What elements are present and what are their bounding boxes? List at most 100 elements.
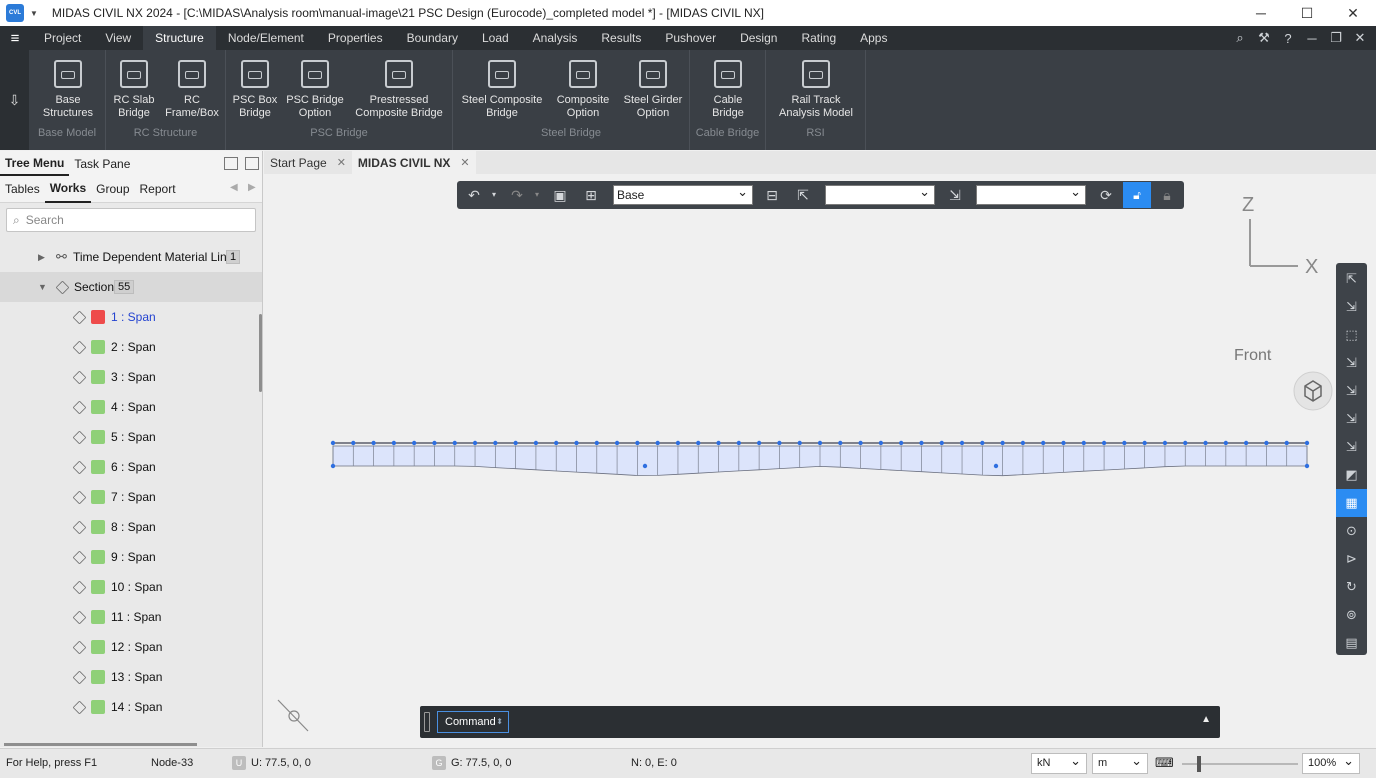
cable-bridge-button[interactable]: Cable Bridge xyxy=(694,60,762,120)
menu-tab-boundary[interactable]: Boundary xyxy=(395,26,470,50)
psc-bridge-option-button[interactable]: PSC Bridge Option xyxy=(284,60,346,120)
tree-item-section-span[interactable]: 7 : Span xyxy=(0,482,262,512)
tree-item-section-span[interactable]: 1 : Span xyxy=(0,302,262,332)
menu-tab-rating[interactable]: Rating xyxy=(789,26,848,50)
select-polygon-icon[interactable]: ⬚ xyxy=(1336,321,1367,349)
node-point[interactable] xyxy=(1203,440,1208,446)
minimize-button[interactable]: ─ xyxy=(1238,0,1284,26)
node-point[interactable] xyxy=(594,440,599,446)
node-point[interactable] xyxy=(1243,440,1249,446)
select-volume-icon[interactable]: ⇲ xyxy=(1336,405,1367,433)
unlock-icon[interactable]: 🔓︎ xyxy=(1123,182,1151,208)
node-point[interactable] xyxy=(919,440,924,446)
doc-minimize-icon[interactable]: ─ xyxy=(1302,31,1322,46)
lock-icon[interactable]: 🔒︎ xyxy=(1158,186,1176,204)
refresh-icon[interactable]: ⟳ xyxy=(1097,186,1115,204)
menu-tab-design[interactable]: Design xyxy=(728,26,789,50)
prestressed-composite-bridge-button[interactable]: Prestressed Composite Bridge xyxy=(350,60,448,120)
element-number-icon[interactable]: ⊳ xyxy=(1336,545,1367,573)
tree-item-section-span[interactable]: 9 : Span xyxy=(0,542,262,572)
rotate-view-icon[interactable]: ↻ xyxy=(1336,573,1367,601)
panel-layout-icon[interactable] xyxy=(224,157,238,170)
node-point[interactable] xyxy=(696,440,701,446)
menu-tab-analysis[interactable]: Analysis xyxy=(521,26,590,50)
collapse-arrow-icon[interactable]: ▼ xyxy=(38,282,47,292)
tree-item-section[interactable]: ▼ Section 55 xyxy=(0,272,262,302)
node-point[interactable] xyxy=(330,440,336,446)
filter-icon[interactable]: ⊞ xyxy=(582,186,600,204)
node-point[interactable] xyxy=(452,440,457,446)
select-all-icon[interactable]: ◩ xyxy=(1336,461,1367,489)
menu-tab-project[interactable]: Project xyxy=(32,26,93,50)
composite-option-button[interactable]: Composite Option xyxy=(551,60,615,120)
grip-handle[interactable] xyxy=(424,712,430,732)
support-node-point[interactable] xyxy=(642,463,648,469)
spinner-icon[interactable]: ⬍ xyxy=(496,712,503,732)
node-number-icon[interactable]: ⊙ xyxy=(1336,517,1367,545)
tab-next-icon[interactable]: ▶ xyxy=(248,182,256,193)
select-plane-icon[interactable]: ⇲ xyxy=(1336,377,1367,405)
tab-works[interactable]: Works xyxy=(44,176,92,203)
menu-tab-properties[interactable]: Properties xyxy=(316,26,395,50)
tree-item-time-dependent-material-link[interactable]: ▶ ⚯ Time Dependent Material Link 1 xyxy=(0,242,262,272)
search-icon[interactable]: ⌕ xyxy=(1230,30,1250,46)
node-point[interactable] xyxy=(1284,440,1289,446)
node-point[interactable] xyxy=(898,440,904,446)
close-icon[interactable]: ✕ xyxy=(460,156,469,169)
command-input[interactable]: Command ⬍ xyxy=(437,711,509,733)
node-point[interactable] xyxy=(472,440,478,446)
node-point[interactable] xyxy=(1081,440,1086,446)
select-intersect-icon[interactable]: ⇲ xyxy=(1336,349,1367,377)
node-point[interactable] xyxy=(817,440,823,446)
node-point[interactable] xyxy=(797,440,802,446)
app-logo[interactable]: CVL xyxy=(6,4,24,22)
tree-item-section-span[interactable]: 11 : Span xyxy=(0,602,262,632)
unit-settings-icon[interactable]: ⌨ xyxy=(1155,755,1174,771)
support-node-point[interactable] xyxy=(993,463,999,469)
load-group-select[interactable] xyxy=(976,183,1086,205)
node-point[interactable] xyxy=(1223,440,1229,446)
close-button[interactable]: ✕ xyxy=(1330,0,1376,26)
tree-item-section-span[interactable]: 13 : Span xyxy=(0,662,262,692)
display-option-icon[interactable]: ⊚ xyxy=(1336,601,1367,629)
select-previous-icon[interactable]: ⇲ xyxy=(1336,433,1367,461)
node-point[interactable] xyxy=(635,440,640,446)
node-point[interactable] xyxy=(838,440,843,446)
node-point[interactable] xyxy=(736,440,742,446)
node-point[interactable] xyxy=(959,440,965,446)
node-point[interactable] xyxy=(371,440,376,446)
ribbon-pin-icon[interactable]: ⇩ xyxy=(0,50,29,150)
select-by-group-icon[interactable]: ⇲ xyxy=(946,186,964,204)
tree-item-section-span[interactable]: 14 : Span xyxy=(0,692,262,722)
redo-icon[interactable]: ↷ xyxy=(508,186,526,204)
expand-up-icon[interactable]: ▲ xyxy=(1201,714,1211,725)
quick-access-dropdown-icon[interactable]: ▼ xyxy=(30,9,38,18)
menu-tab-node-element[interactable]: Node/Element xyxy=(216,26,316,50)
search-input[interactable]: ⌕ Search xyxy=(6,208,256,232)
wrench-icon[interactable]: ⚒ xyxy=(1254,30,1274,46)
tab-tables[interactable]: Tables xyxy=(0,176,45,203)
node-point[interactable] xyxy=(1020,440,1026,446)
node-point[interactable] xyxy=(1264,440,1269,446)
node-point[interactable] xyxy=(554,440,559,446)
redo-dropdown-icon[interactable]: ▾ xyxy=(528,186,546,204)
tree-vertical-scrollbar[interactable] xyxy=(259,314,262,392)
node-point[interactable] xyxy=(1162,440,1168,446)
doc-restore-icon[interactable]: ❐ xyxy=(1326,30,1346,46)
select-icon[interactable]: ⇱ xyxy=(1336,265,1367,293)
node-point[interactable] xyxy=(533,440,539,446)
node-point[interactable] xyxy=(351,440,356,446)
zoom-select[interactable]: 100% xyxy=(1302,751,1360,774)
node-point[interactable] xyxy=(1183,440,1188,446)
tab-tree-menu[interactable]: Tree Menu xyxy=(0,151,70,176)
select-cursor-icon[interactable]: ⇱ xyxy=(794,186,812,204)
menu-tab-structure[interactable]: Structure xyxy=(143,26,216,50)
tab-group[interactable]: Group xyxy=(91,176,134,203)
tab-midas-civil-nx[interactable]: MIDAS CIVIL NX ✕ xyxy=(351,151,476,174)
steel-composite-bridge-button[interactable]: Steel Composite Bridge xyxy=(457,60,547,120)
hamburger-menu-icon[interactable]: ≡ xyxy=(0,26,30,50)
steel-girder-option-button[interactable]: Steel Girder Option xyxy=(619,60,687,120)
node-point[interactable] xyxy=(493,440,498,446)
rc-frame-box-button[interactable]: RC Frame/Box xyxy=(162,60,222,120)
tab-start-page[interactable]: Start Page ✕ xyxy=(264,151,352,174)
